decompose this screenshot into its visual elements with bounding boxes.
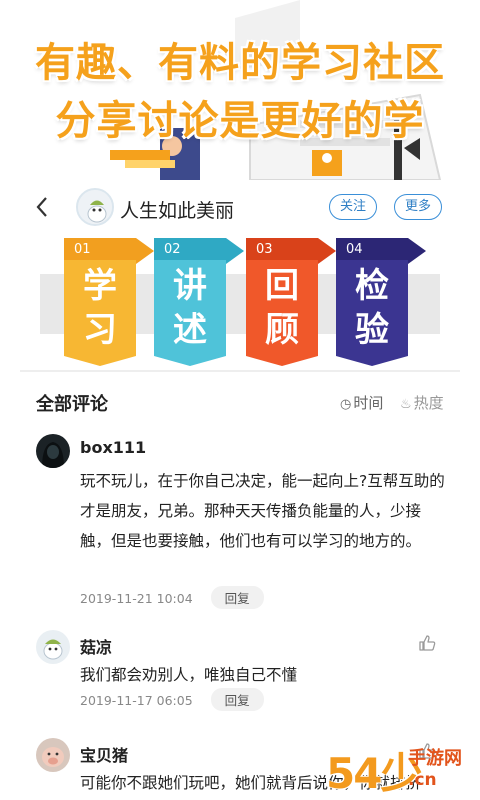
commenter-avatar[interactable]: [36, 434, 70, 468]
pig-avatar: [36, 738, 70, 772]
hooded-figure-avatar: [36, 434, 70, 468]
user-name: 人生如此美丽: [120, 200, 235, 222]
site-watermark: 54少 手游网 .cn: [326, 738, 480, 800]
step-narrate: 02 讲 述: [154, 238, 244, 366]
commenter-name[interactable]: 宝贝猪: [80, 742, 128, 766]
commenter-avatar[interactable]: [36, 738, 70, 772]
watermark-site-name: 手游网: [408, 748, 462, 769]
banner-subheadline: 分享讨论是更好的学: [55, 97, 425, 144]
avatar-illustration: [78, 190, 112, 224]
step-label: 检 验: [336, 260, 408, 366]
comments-title: 全部评论: [36, 394, 108, 415]
comment-item: box111 玩不玩儿，在于你自己决定，能一起向上?互帮互助的才是朋友，兄弟。那…: [20, 434, 460, 614]
commenter-avatar[interactable]: [36, 630, 70, 664]
step-char: 回: [265, 266, 299, 306]
watermark-logo: 54少: [326, 749, 422, 798]
comment-item: 菇凉 我们都会劝别人，唯独自己不懂 2019-11-17 06:05 回复: [20, 630, 460, 730]
reply-button[interactable]: 回复: [210, 586, 264, 609]
clock-icon: ◷: [340, 397, 352, 412]
user-avatar[interactable]: [76, 188, 114, 226]
step-char: 验: [355, 310, 389, 350]
cartoon-animal-avatar: [36, 630, 70, 664]
step-char: 习: [83, 310, 117, 350]
step-review: 03 回 顾: [246, 238, 336, 366]
watermark-domain: .cn: [408, 770, 437, 790]
step-char: 顾: [265, 310, 299, 350]
sort-by-hot-button[interactable]: ♨ 热度: [400, 392, 444, 413]
sort-by-time-button[interactable]: ◷ 时间: [340, 392, 383, 413]
comment-text: 我们都会劝别人，唯独自己不懂: [80, 666, 298, 684]
flame-icon: ♨: [400, 397, 412, 412]
study-steps-graphic: 01 学 习 02 讲 述 03 回 顾 04 检 验: [20, 234, 460, 368]
sort-hot-label: 热度: [413, 394, 444, 412]
promo-banner: 有趣、有料的学习社区 分享讨论是更好的学: [0, 0, 480, 180]
banner-headline: 有趣、有料的学习社区: [35, 39, 445, 86]
comment-time: 2019-11-21 10:04: [80, 591, 193, 606]
app-header: 人生如此美丽 关注 更多: [20, 182, 460, 234]
step-study: 01 学 习: [64, 238, 154, 366]
step-char: 述: [173, 310, 207, 350]
step-char: 学: [83, 266, 117, 306]
step-label: 学 习: [64, 260, 136, 366]
comment-text: 玩不玩儿，在于你自己决定，能一起向上?互帮互助的才是朋友，兄弟。那种天天传播负能…: [80, 472, 445, 550]
chevron-left-icon: [36, 197, 47, 217]
step-char: 讲: [173, 266, 207, 306]
step-char: 检: [355, 266, 389, 306]
comment-meta: 2019-11-17 06:05 回复: [80, 688, 264, 711]
back-button[interactable]: [32, 192, 60, 224]
more-button[interactable]: 更多: [394, 194, 443, 220]
step-label: 讲 述: [154, 260, 226, 366]
comments-section: 全部评论 ◷ 时间 ♨ 热度 box111 玩不玩儿，在于你自己决定，能一起向上?互…: [20, 370, 460, 800]
follow-button[interactable]: 关注: [329, 194, 378, 220]
commenter-name[interactable]: 菇凉: [80, 634, 112, 658]
comment-meta: 2019-11-21 10:04 回复: [80, 586, 264, 609]
comment-time: 2019-11-17 06:05: [80, 693, 193, 708]
commenter-name[interactable]: box111: [80, 438, 146, 457]
thumbs-up-icon[interactable]: [418, 634, 436, 652]
step-test: 04 检 验: [336, 238, 426, 366]
reply-button[interactable]: 回复: [210, 688, 264, 711]
sort-time-label: 时间: [353, 394, 384, 412]
step-label: 回 顾: [246, 260, 318, 366]
comments-header: 全部评论 ◷ 时间 ♨ 热度: [20, 372, 460, 428]
